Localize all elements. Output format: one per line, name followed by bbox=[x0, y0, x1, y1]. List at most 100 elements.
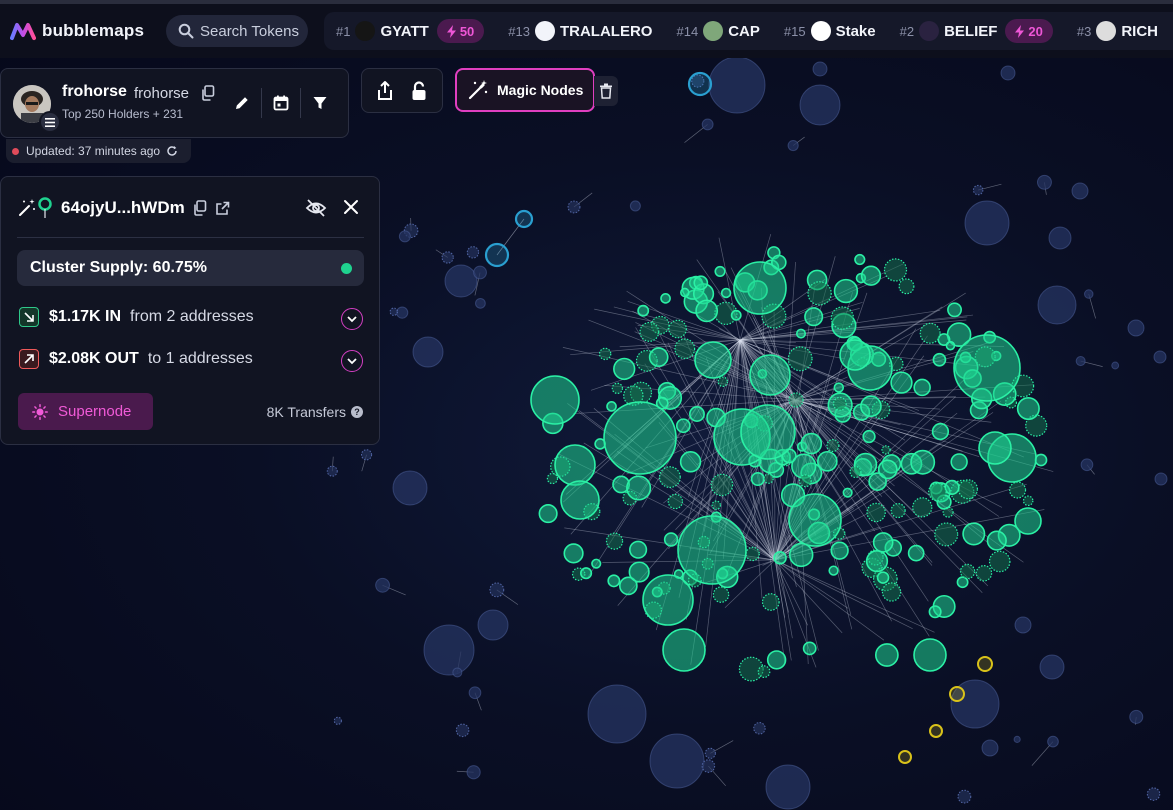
updated-status[interactable]: Updated: 37 minutes ago bbox=[6, 139, 191, 163]
holder-bubble[interactable] bbox=[788, 392, 804, 408]
cluster-bubble[interactable] bbox=[1014, 507, 1042, 535]
share-icon[interactable] bbox=[375, 80, 395, 102]
holder-bubble[interactable] bbox=[1083, 289, 1094, 299]
holder-bubble[interactable] bbox=[658, 466, 681, 489]
cluster-bubble[interactable] bbox=[1034, 453, 1048, 467]
holder-bubble[interactable] bbox=[484, 242, 510, 268]
cluster-bubble[interactable] bbox=[607, 574, 621, 588]
cluster-bubble[interactable] bbox=[591, 558, 602, 569]
cluster-bubble[interactable] bbox=[833, 278, 859, 304]
cluster-bubble[interactable] bbox=[872, 532, 894, 553]
cluster-bubble[interactable] bbox=[928, 605, 942, 619]
holder-bubble[interactable] bbox=[912, 497, 933, 518]
holder-bubble[interactable] bbox=[1154, 472, 1168, 486]
cluster-bubble[interactable] bbox=[962, 522, 986, 546]
holder-bubble[interactable] bbox=[1047, 735, 1059, 748]
holder-bubble[interactable] bbox=[898, 750, 912, 764]
cluster-bubble[interactable] bbox=[693, 275, 709, 291]
ticker-item-tralalero[interactable]: #13 TRALALERO bbox=[508, 21, 652, 41]
cluster-bubble[interactable] bbox=[802, 641, 817, 656]
close-icon[interactable] bbox=[343, 199, 359, 215]
holder-bubble[interactable] bbox=[1129, 709, 1144, 724]
holder-bubble[interactable] bbox=[375, 577, 390, 593]
holder-bubble[interactable] bbox=[929, 724, 943, 738]
holder-bubble[interactable] bbox=[674, 338, 696, 360]
holder-bubble[interactable] bbox=[787, 346, 813, 372]
cluster-bubble[interactable] bbox=[538, 504, 558, 524]
cluster-bubble[interactable] bbox=[788, 493, 842, 547]
holder-bubble[interactable] bbox=[687, 71, 713, 97]
ticker-item-gyatt[interactable]: #1 GYATT 50 bbox=[336, 19, 485, 43]
holder-bubble[interactable] bbox=[1014, 616, 1032, 634]
holder-bubble[interactable] bbox=[389, 307, 398, 316]
holder-bubble[interactable] bbox=[441, 251, 454, 264]
cluster-bubble[interactable] bbox=[740, 404, 796, 460]
holder-bubble[interactable] bbox=[1009, 481, 1027, 499]
ticker-item-belief[interactable]: #2 BELIEF 20 bbox=[900, 19, 1053, 43]
holder-bubble[interactable] bbox=[711, 500, 722, 510]
cluster-bubble[interactable] bbox=[626, 475, 652, 501]
cluster-bubble[interactable] bbox=[804, 307, 824, 327]
cluster-bubble[interactable] bbox=[694, 341, 732, 379]
holder-bubble[interactable] bbox=[975, 565, 993, 582]
boost-badge[interactable]: 50 bbox=[436, 19, 485, 43]
holder-bubble[interactable] bbox=[1111, 361, 1120, 370]
cluster-bubble[interactable] bbox=[663, 532, 679, 547]
cluster-bubble[interactable] bbox=[907, 544, 925, 562]
cluster-bubble[interactable] bbox=[628, 561, 650, 583]
holder-bubble[interactable] bbox=[423, 624, 475, 676]
cluster-bubble[interactable] bbox=[932, 352, 947, 367]
holder-bubble[interactable] bbox=[412, 336, 444, 368]
cluster-bubble[interactable] bbox=[800, 432, 823, 455]
cluster-bubble[interactable] bbox=[877, 459, 898, 480]
cluster-address[interactable]: 64ojyU...hWDm bbox=[61, 198, 185, 218]
cluster-bubble[interactable] bbox=[791, 453, 817, 479]
cluster-bubble[interactable] bbox=[773, 551, 787, 565]
brand-logo[interactable]: bubblemaps bbox=[10, 21, 160, 41]
holder-bubble[interactable] bbox=[396, 306, 409, 319]
cluster-bubble[interactable] bbox=[945, 340, 956, 351]
holder-bubble[interactable] bbox=[949, 686, 965, 702]
holder-bubble[interactable] bbox=[1048, 226, 1072, 250]
cluster-bubble[interactable] bbox=[766, 650, 787, 670]
cluster-bubble[interactable] bbox=[876, 571, 890, 584]
holder-bubble[interactable] bbox=[489, 582, 505, 598]
cluster-bubble[interactable] bbox=[662, 628, 706, 672]
cluster-bubble[interactable] bbox=[978, 431, 1012, 465]
copy-icon[interactable] bbox=[193, 200, 207, 216]
holder-bubble[interactable] bbox=[866, 502, 886, 523]
magic-nodes-button[interactable]: Magic Nodes bbox=[455, 68, 595, 112]
cluster-bubble[interactable] bbox=[862, 429, 876, 444]
cluster-bubble[interactable] bbox=[613, 357, 636, 381]
cluster-bubble[interactable] bbox=[580, 567, 593, 580]
expand-outflow-button[interactable] bbox=[341, 350, 363, 372]
calendar-button[interactable] bbox=[262, 85, 300, 121]
cluster-bubble[interactable] bbox=[944, 479, 960, 496]
holder-bubble[interactable] bbox=[455, 723, 470, 738]
holder-bubble[interactable] bbox=[1153, 350, 1167, 364]
holder-bubble[interactable] bbox=[832, 396, 847, 411]
holder-bubble[interactable] bbox=[392, 470, 428, 506]
holder-bubble[interactable] bbox=[849, 465, 862, 479]
cluster-bubble[interactable] bbox=[629, 540, 648, 559]
cluster-bubble[interactable] bbox=[714, 265, 726, 278]
cluster-bubble[interactable] bbox=[860, 265, 882, 286]
holder-bubble[interactable] bbox=[546, 472, 559, 485]
holder-bubble[interactable] bbox=[587, 684, 647, 744]
holder-bubble[interactable] bbox=[710, 473, 734, 497]
holder-bubble[interactable] bbox=[360, 449, 373, 461]
holder-bubble[interactable] bbox=[326, 465, 338, 477]
avatar-menu-icon[interactable] bbox=[39, 111, 61, 133]
holder-bubble[interactable] bbox=[398, 230, 411, 243]
cluster-bubble[interactable] bbox=[554, 444, 596, 486]
holder-bubble[interactable] bbox=[1071, 182, 1089, 200]
holder-bubble[interactable] bbox=[1146, 787, 1161, 801]
cluster-bubble[interactable] bbox=[733, 261, 787, 315]
cluster-bubble[interactable] bbox=[720, 287, 732, 299]
cluster-bubble[interactable] bbox=[828, 565, 839, 576]
edit-button[interactable] bbox=[223, 85, 261, 121]
holder-bubble[interactable] bbox=[466, 765, 481, 780]
boost-badge[interactable]: 20 bbox=[1005, 19, 1053, 43]
cluster-bubble[interactable] bbox=[606, 401, 617, 412]
holder-bubble[interactable] bbox=[1075, 356, 1086, 367]
